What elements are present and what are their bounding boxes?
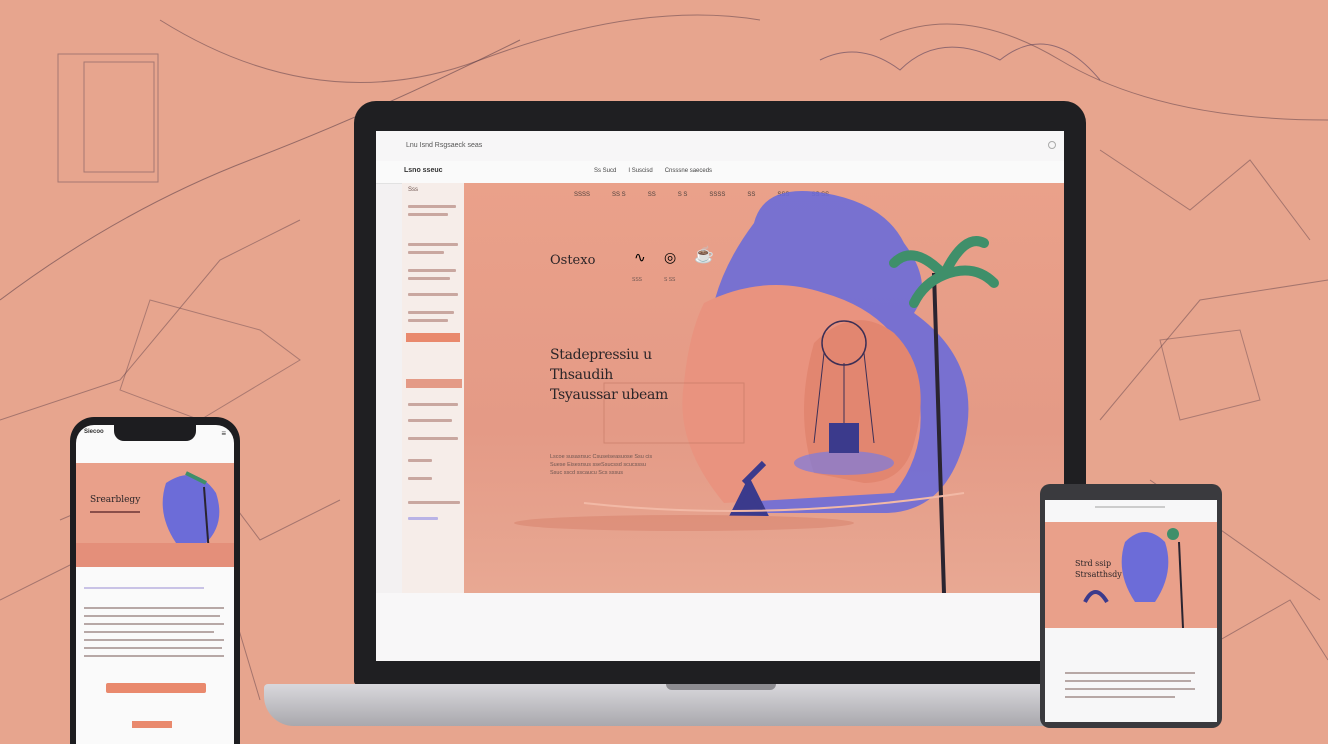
icon-label: S SS: [664, 277, 676, 283]
hero-section: SSSS SS S SS S S SSSS SS SSS SS SS: [464, 183, 1064, 593]
phone-hero: Srearblegy: [76, 463, 234, 567]
phone-cta-button[interactable]: [106, 683, 206, 693]
icon-cup: ☕: [694, 247, 714, 264]
nav-link[interactable]: I Suscisd: [628, 168, 652, 174]
phone-hero-underline: [90, 511, 140, 513]
phone-line: [84, 615, 220, 617]
hero-title-line: Stadepressiu u: [550, 347, 652, 363]
sidebar-line: [408, 477, 432, 480]
phone-line: [84, 639, 224, 641]
sidebar-line: [408, 213, 448, 216]
phone-brand: Siecoo: [84, 429, 104, 435]
laptop-hinge: [666, 684, 776, 690]
laptop-screen: Lnu Isnd Rsgsaeck seas Lsno sseuc Ss Suc…: [376, 131, 1064, 661]
tablet-illustration: [1083, 528, 1184, 628]
tablet-line: [1065, 672, 1195, 674]
site-navbar: Lsno sseuc Ss Sucd I Suscisd Cnsssne sae…: [376, 161, 1064, 184]
sidebar-line: [408, 251, 444, 254]
sidebar-line: [408, 419, 452, 422]
phone-illustration: [76, 471, 234, 567]
sidebar: Sss: [402, 183, 464, 593]
icon-circle: ◎: [664, 249, 677, 265]
tablet-hero-title-line: Strsatthsdy: [1075, 570, 1122, 579]
phone-screen: Siecoo ≡ Srearblegy: [76, 425, 234, 744]
tablet-hero-title-line: Strd ssip: [1075, 559, 1112, 568]
sidebar-line: [408, 403, 458, 406]
tablet-device: Strd ssip Strsatthsdy: [1040, 484, 1222, 728]
hero-text-line: Ssuc sscd sscaucu Scs sssus: [550, 470, 624, 476]
sidebar-line: [408, 311, 454, 314]
sidebar-line: [408, 243, 458, 246]
phone-secondary-button[interactable]: [132, 721, 172, 728]
tablet-line: [1095, 506, 1165, 508]
screen-footer: [376, 593, 1064, 661]
sidebar-line: [408, 269, 456, 272]
tablet-screen: Strd ssip Strsatthsdy: [1045, 500, 1217, 722]
phone-line: [84, 607, 224, 609]
nav-link[interactable]: Cnsssne saeceds: [665, 168, 712, 174]
sidebar-section[interactable]: [406, 379, 462, 388]
icon-label: SSS: [632, 277, 643, 283]
sidebar-line: [408, 205, 456, 208]
menu-icon[interactable]: ≡: [221, 429, 226, 438]
hero-description: Lscoe susasrsuc Csuseiseasuose Ssu cis S…: [550, 453, 700, 477]
hero-title-line: Tsyaussar ubeam: [550, 387, 669, 403]
site-url: Lnu Isnd Rsgsaeck seas: [406, 142, 483, 149]
hero-title: Stadepressiu u Thsaudih Tsyaussar ubeam: [550, 345, 668, 405]
tablet-line: [1065, 696, 1175, 698]
sidebar-line: [408, 501, 460, 504]
phone-line: [84, 587, 204, 589]
tablet-hero: Strd ssip Strsatthsdy: [1045, 522, 1217, 628]
phone-line: [84, 655, 224, 657]
window-control-icon[interactable]: [1048, 141, 1056, 149]
browser-top-bar: Lnu Isnd Rsgsaeck seas: [376, 131, 1064, 162]
sidebar-button[interactable]: [406, 333, 460, 342]
laptop-device: Lnu Isnd Rsgsaeck seas Lsno sseuc Ss Suc…: [354, 101, 1086, 685]
phone-hero-title: Srearblegy: [90, 495, 141, 505]
laptop-base: [264, 684, 1168, 726]
tablet-hero-title: Strd ssip Strsatthsdy: [1075, 558, 1122, 580]
site-brand[interactable]: Lsno sseuc: [404, 167, 443, 174]
hero-text-line: Suese Eisesrsus sseSsucssd scucsssu: [550, 462, 646, 468]
phone-line: [84, 623, 224, 625]
phone-line: [84, 647, 222, 649]
tablet-line: [1065, 680, 1191, 682]
sidebar-line: [408, 517, 438, 520]
hero-text-line: Lscoe susasrsuc Csuseiseasuose Ssu cis: [550, 454, 653, 460]
sidebar-line: [408, 437, 458, 440]
sidebar-line: [408, 319, 448, 322]
tablet-line: [1065, 688, 1195, 690]
hero-title-line: Thsaudih: [550, 367, 613, 383]
sidebar-line: [408, 277, 450, 280]
hero-logo: Ostexo: [550, 253, 596, 268]
sidebar-line: [408, 293, 458, 296]
sidebar-line: [408, 459, 432, 462]
sidebar-label: Sss: [408, 187, 419, 193]
phone-notch: [114, 425, 196, 441]
icon-stethoscope: ∿: [634, 249, 646, 265]
phone-device: Siecoo ≡ Srearblegy: [70, 417, 240, 744]
phone-line: [84, 631, 214, 633]
nav-link[interactable]: Ss Sucd: [594, 168, 616, 174]
nav-links: Ss Sucd I Suscisd Cnsssne saeceds: [594, 168, 712, 174]
